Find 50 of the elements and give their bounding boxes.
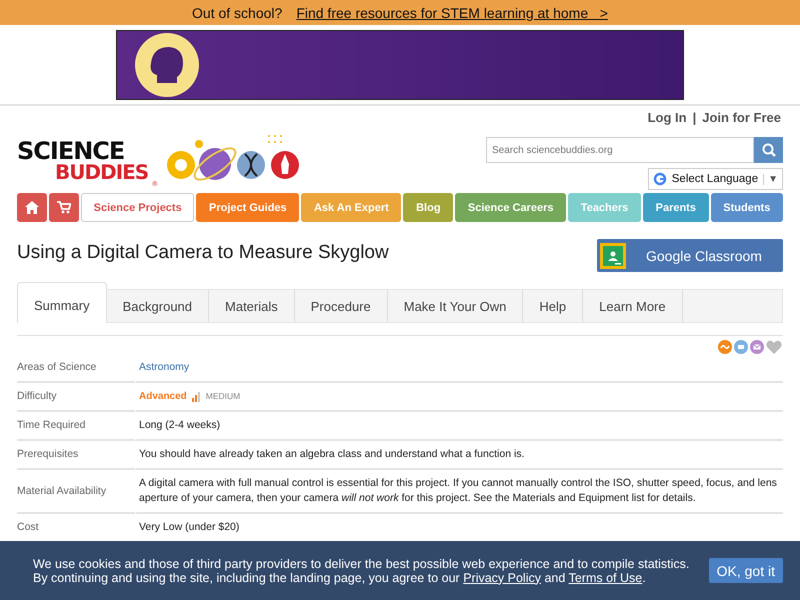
cookie-notice: We use cookies and those of third party providers to deliver the best possible web experience and to compile statistics.: [33, 556, 690, 570]
section-tab[interactable]: Background: [106, 290, 210, 322]
search-field[interactable]: Search sciencebuddies.org: [486, 137, 754, 163]
section-tab[interactable]: Help: [523, 290, 584, 322]
accept-cookies-button[interactable]: OK, got it: [708, 558, 783, 583]
summary-label: Material Availability: [17, 484, 106, 496]
section-tab[interactable]: Summary: [17, 282, 107, 323]
difficulty-tag: MEDIUM: [206, 389, 240, 404]
terms-of-use-link[interactable]: Terms of Use: [568, 570, 642, 584]
summary-value: A digital camera with full manual control is essential for this project. If you cannot manually control the ISO, shutter speed, focus, and lens aperture of your camera, then your camera will not work for this project. See the Materials and Equipment list for details.: [139, 477, 777, 504]
join-link[interactable]: Join for Free: [702, 110, 781, 125]
classroom-icon: [600, 242, 626, 268]
summary-value: You should have already taken an algebra class and understand what a function is.: [139, 448, 524, 460]
nav-tab[interactable]: Science Projects: [81, 193, 194, 222]
promo-text: Out of school?: [192, 4, 282, 20]
page-title: Using a Digital Camera to Measure Skyglow: [17, 242, 389, 264]
cart-button[interactable]: [49, 193, 79, 222]
language-select[interactable]: Select Language ▼: [648, 168, 783, 190]
section-tab[interactable]: Learn More: [583, 290, 683, 322]
google-classroom-button[interactable]: Google Classroom: [597, 239, 783, 272]
home-icon: [25, 201, 39, 214]
cookie-notice: By continuing and using the site, including the landing page, you agree to our: [33, 570, 460, 584]
cookie-notice: and: [544, 570, 566, 584]
privacy-policy-link[interactable]: Privacy Policy: [463, 570, 541, 584]
promo-link[interactable]: Find free resources for STEM learning at home >: [296, 4, 608, 20]
cookie-notice: .: [642, 570, 646, 584]
summary-label: Time Required: [17, 419, 86, 431]
section-tab[interactable]: Procedure: [294, 290, 388, 322]
summary-label: Cost: [17, 521, 39, 533]
ad-banner[interactable]: [116, 30, 684, 100]
google-g-icon: [652, 172, 667, 186]
bar-chart-icon: [192, 392, 201, 402]
search-button[interactable]: [754, 137, 783, 163]
summary-value: Very Low (under $20): [139, 521, 240, 533]
head-silhouette-icon: [135, 33, 199, 97]
section-tab[interactable]: Materials: [209, 290, 295, 322]
email-icon[interactable]: [750, 340, 764, 354]
section-tab[interactable]: Make It Your Own: [388, 290, 524, 322]
link-separator: |: [692, 110, 696, 125]
summary-label: Difficulty: [17, 390, 56, 402]
home-button[interactable]: [17, 193, 47, 222]
summary-label: Areas of Science: [17, 361, 96, 373]
summary-label: Prerequisites: [17, 448, 78, 460]
heart-icon[interactable]: [766, 340, 782, 354]
science-area-link[interactable]: Astronomy: [139, 361, 190, 373]
summary-value: Long (2-4 weeks): [139, 419, 220, 431]
difficulty-level: Advanced: [139, 390, 187, 404]
login-link[interactable]: Log In: [648, 110, 687, 125]
search-icon: [762, 143, 776, 157]
cart-icon: [57, 201, 71, 214]
